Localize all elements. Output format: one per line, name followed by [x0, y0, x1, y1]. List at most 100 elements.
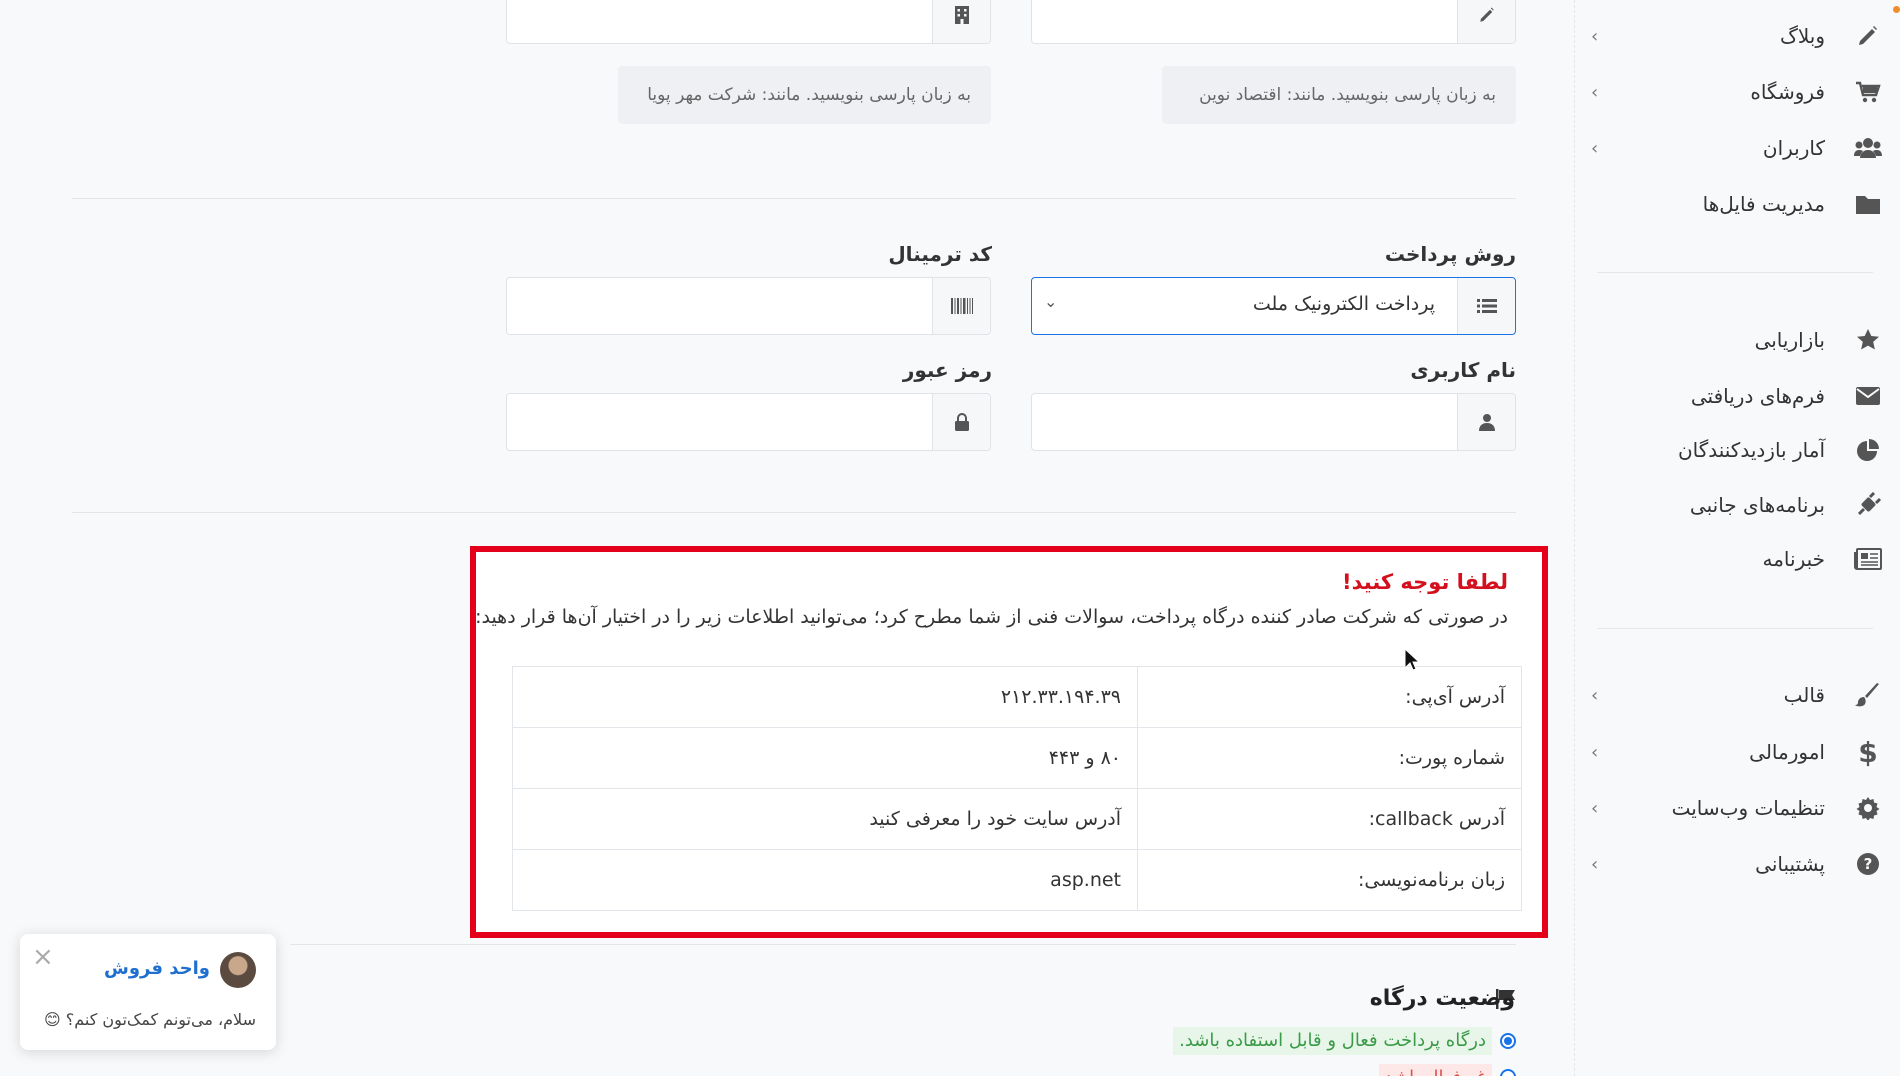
payment-method-select[interactable]: پرداخت الکترونیک ملت ⌄ [1031, 277, 1516, 335]
payment-method-label: روش پرداخت [1384, 242, 1516, 266]
users-icon [1851, 131, 1885, 165]
chevron-left-icon: ‹ [1591, 741, 1599, 763]
avatar [220, 952, 256, 988]
sidebar-item-label: امورمالی [1749, 740, 1825, 764]
barcode-icon [932, 278, 990, 334]
gateway-inactive-option-label: غیرفعال باشد [1378, 1064, 1492, 1076]
notice-description: در صورتی که شرکت صادر کننده درگاه پرداخت… [475, 606, 1508, 628]
chevron-left-icon: ‹ [1591, 853, 1599, 875]
notice-title: لطفا توجه کنید! [1342, 570, 1508, 594]
chevron-left-icon: ‹ [1591, 25, 1599, 47]
password-input[interactable] [506, 393, 991, 451]
sidebar-item-file-manager[interactable]: مدیریت فایل‌ها [1575, 178, 1900, 230]
password-label: رمز عبور [902, 358, 992, 382]
technical-info-table: آدرس آی‌پی: ۲۱۲.۳۳.۱۹۴.۳۹ شماره پورت: ۸۰… [512, 666, 1522, 911]
table-row: آدرس آی‌پی: ۲۱۲.۳۳.۱۹۴.۳۹ [512, 666, 1522, 728]
table-cell-value: ۸۰ و ۴۴۳ [512, 727, 1138, 789]
chat-message: سلام، می‌تونم کمک‌تون کنم؟ 😊 [43, 1010, 256, 1029]
gateway-active-option-label: درگاه پرداخت فعال و قابل استفاده باشد. [1173, 1027, 1492, 1055]
table-cell-key: شماره پورت: [1137, 727, 1522, 789]
hint-text: به زبان پارسی بنویسید. مانند: اقتصاد نوی… [1162, 66, 1516, 124]
sidebar-item-support[interactable]: ? پشتیبانی ‹ [1575, 838, 1900, 890]
sidebar-item-plugins[interactable]: برنامه‌های جانبی [1575, 479, 1900, 531]
close-icon[interactable]: × [32, 942, 54, 972]
sidebar-item-label: بازاریابی [1754, 328, 1825, 352]
company-name-input[interactable] [1031, 0, 1516, 44]
company-title-input[interactable] [506, 0, 991, 44]
table-row: شماره پورت: ۸۰ و ۴۴۳ [512, 727, 1522, 789]
envelope-icon [1851, 379, 1885, 413]
sidebar-item-label: وبلاگ [1779, 24, 1825, 48]
pencil-icon [1457, 0, 1515, 43]
sidebar-item-users[interactable]: کاربران ‹ [1575, 122, 1900, 174]
chevron-left-icon: ‹ [1591, 797, 1599, 819]
sidebar-item-theme[interactable]: قالب ‹ [1575, 669, 1900, 721]
sidebar-item-label: برنامه‌های جانبی [1689, 493, 1825, 517]
sidebar-item-label: فروشگاه [1750, 80, 1825, 104]
svg-text:?: ? [1864, 855, 1873, 873]
brush-icon [1851, 678, 1885, 712]
sidebar-item-received-forms[interactable]: فرم‌های دریافتی [1575, 370, 1900, 422]
newspaper-icon [1851, 542, 1885, 576]
help-icon: ? [1851, 847, 1885, 881]
table-row: زبان برنامه‌نویسی: asp.net [512, 849, 1522, 911]
gateway-inactive-radio[interactable] [1500, 1069, 1516, 1076]
sidebar-item-site-settings[interactable]: تنظیمات وب‌سایت ‹ [1575, 782, 1900, 834]
sidebar-item-marketing[interactable]: بازاریابی [1575, 314, 1900, 366]
folder-icon [1851, 187, 1885, 221]
sidebar-item-label: آمار بازدیدکنندگان [1677, 438, 1825, 462]
cart-icon [1851, 75, 1885, 109]
sidebar-item-blog[interactable]: وبلاگ ‹ [1575, 10, 1900, 62]
divider [72, 512, 1516, 513]
chevron-left-icon: ‹ [1591, 684, 1599, 706]
sidebar-item-shop[interactable]: فروشگاه ‹ [1575, 66, 1900, 118]
notification-dot [1893, 6, 1900, 13]
pie-chart-icon [1851, 433, 1885, 467]
sidebar-item-label: تنظیمات وب‌سایت [1671, 796, 1825, 820]
divider [72, 198, 1516, 199]
username-label: نام کاربری [1410, 358, 1516, 382]
sidebar-item-label: کاربران [1762, 136, 1825, 160]
table-cell-value: asp.net [512, 849, 1138, 911]
gateway-active-radio[interactable] [1500, 1033, 1516, 1049]
building-icon [932, 0, 990, 43]
sidebar-item-finance[interactable]: $ امورمالی ‹ [1575, 726, 1900, 778]
chevron-down-icon: ⌄ [1044, 292, 1058, 311]
gear-icon [1851, 791, 1885, 825]
sidebar: وبلاگ ‹ فروشگاه ‹ کاربران ‹ مدیریت فایل‌… [1574, 0, 1900, 1076]
star-icon [1851, 323, 1885, 357]
dollar-icon: $ [1858, 735, 1878, 769]
table-row: آدرس callback: آدرس سایت خود را معرفی کن… [512, 788, 1522, 850]
list-icon [1457, 278, 1515, 334]
table-cell-key: زبان برنامه‌نویسی: [1137, 849, 1522, 911]
lock-icon [932, 394, 990, 450]
username-input[interactable] [1031, 393, 1516, 451]
divider [290, 944, 1516, 945]
sidebar-item-label: قالب [1783, 683, 1825, 707]
sidebar-item-label: فرم‌های دریافتی [1690, 384, 1825, 408]
sidebar-item-label: مدیریت فایل‌ها [1702, 192, 1825, 216]
table-cell-value: ۲۱۲.۳۳.۱۹۴.۳۹ [512, 666, 1138, 728]
hint-text: به زبان پارسی بنویسید. مانند: شرکت مهر پ… [618, 66, 991, 124]
pencil-icon [1851, 19, 1885, 53]
table-cell-key: آدرس callback: [1137, 788, 1522, 850]
terminal-code-input[interactable] [506, 277, 991, 335]
chevron-left-icon: ‹ [1591, 81, 1599, 103]
sidebar-item-label: پشتیبانی [1755, 852, 1825, 876]
user-icon [1457, 394, 1515, 450]
chat-widget[interactable]: × واحد فروش سلام، می‌تونم کمک‌تون کنم؟ 😊 [20, 934, 276, 1050]
mouse-cursor-icon [1404, 647, 1421, 676]
chat-agent-name: واحد فروش [103, 958, 210, 979]
table-cell-key: آدرس آی‌پی: [1137, 666, 1522, 728]
table-cell-value: آدرس سایت خود را معرفی کنید [512, 788, 1138, 850]
chevron-left-icon: ‹ [1591, 137, 1599, 159]
terminal-code-label: کد ترمینال [888, 242, 992, 266]
technical-info-notice: لطفا توجه کنید! در صورتی که شرکت صادر کن… [470, 546, 1548, 938]
sidebar-item-visitor-stats[interactable]: آمار بازدیدکنندگان [1575, 424, 1900, 476]
sidebar-item-label: خبرنامه [1762, 547, 1825, 571]
sidebar-item-newsletter[interactable]: خبرنامه [1575, 533, 1900, 585]
gateway-status-title: وضعیت درگاه [1369, 986, 1515, 1011]
payment-method-value: پرداخت الکترونیک ملت [1252, 293, 1435, 315]
sidebar-divider [1597, 272, 1873, 273]
plug-icon [1851, 488, 1885, 522]
